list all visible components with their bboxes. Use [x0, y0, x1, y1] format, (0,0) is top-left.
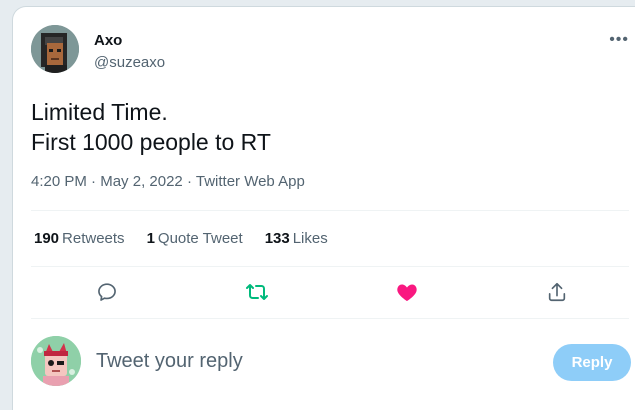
author-handle[interactable]: @suzeaxo	[94, 54, 165, 71]
author-avatar[interactable]	[31, 25, 79, 73]
tweet-metadata: 4:20 PM · May 2, 2022 · Twitter Web App	[31, 173, 305, 190]
more-options-icon[interactable]: •••	[609, 31, 629, 49]
reply-action-button[interactable]	[94, 279, 120, 305]
tweet-card: Axo @suzeaxo ••• Limited Time. First 100…	[12, 6, 635, 410]
retweet-action-button[interactable]	[244, 279, 270, 305]
heart-icon	[397, 284, 417, 301]
engagement-stats: 190 Retweets 1 Quote Tweet 133 Likes	[34, 230, 328, 247]
retweets-count: 190	[34, 230, 60, 247]
pixel-punk-avatar-icon	[31, 25, 79, 73]
tweet-time[interactable]: 4:20 PM	[31, 173, 87, 190]
divider	[31, 318, 629, 319]
reply-input[interactable]	[96, 350, 516, 373]
tweet-source[interactable]: Twitter Web App	[196, 173, 305, 190]
current-user-avatar[interactable]	[31, 336, 81, 386]
meta-separator: ·	[186, 173, 192, 190]
tweet-text: Limited Time. First 1000 people to RT	[31, 97, 271, 157]
author-name[interactable]: Axo	[94, 32, 122, 49]
retweets-stat[interactable]: 190 Retweets	[34, 230, 125, 247]
tweet-text-line: Limited Time.	[31, 99, 168, 125]
quote-tweets-stat[interactable]: 1 Quote Tweet	[147, 230, 243, 247]
like-action-button[interactable]	[394, 279, 420, 305]
speech-bubble-icon	[98, 283, 116, 301]
retweet-icon	[246, 284, 268, 300]
reply-button[interactable]: Reply	[553, 344, 631, 381]
retweets-label: Retweets	[62, 230, 125, 247]
share-icon	[548, 282, 566, 302]
divider	[31, 210, 629, 211]
likes-stat[interactable]: 133 Likes	[265, 230, 328, 247]
quote-tweets-count: 1	[146, 230, 155, 247]
share-action-button[interactable]	[544, 279, 570, 305]
likes-count: 133	[264, 230, 290, 247]
likes-label: Likes	[292, 230, 328, 247]
cartoon-avatar-icon	[31, 336, 81, 386]
tweet-text-line: First 1000 people to RT	[31, 129, 271, 155]
meta-separator: ·	[91, 173, 97, 190]
quote-tweets-label: Quote Tweet	[157, 230, 243, 247]
tweet-date[interactable]: May 2, 2022	[100, 173, 183, 190]
divider	[31, 266, 629, 267]
